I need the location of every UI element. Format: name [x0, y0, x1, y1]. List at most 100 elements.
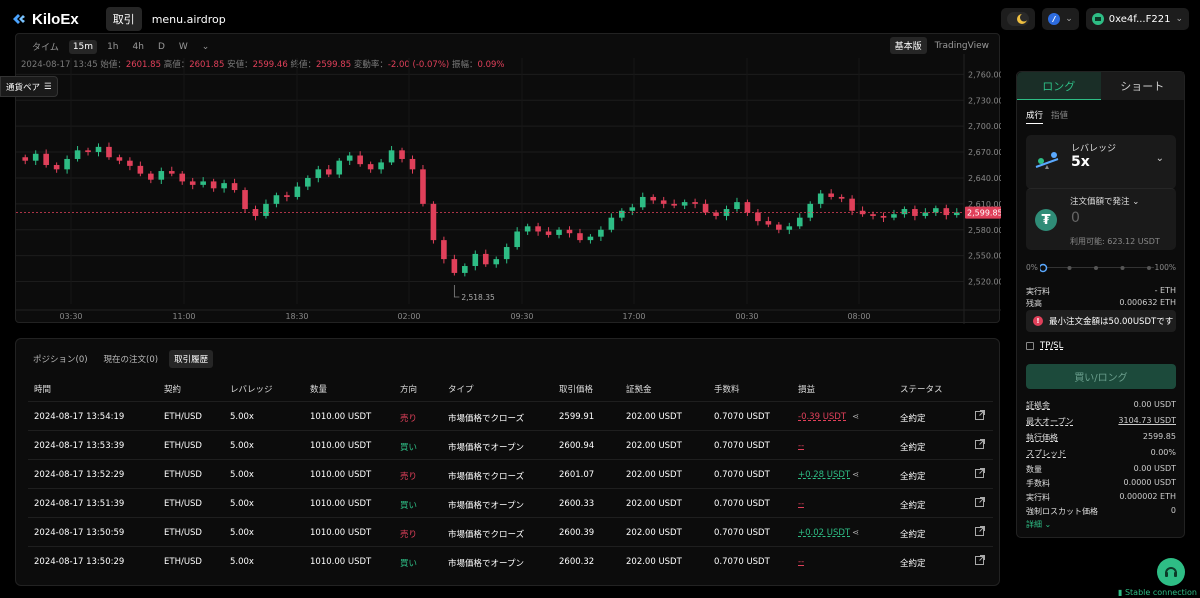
y-tick-label: 2,730.00 — [968, 96, 1001, 105]
cell-leverage: 5.00x — [230, 499, 254, 509]
tab-trade-history[interactable]: 取引履歴 — [169, 350, 214, 368]
external-link-icon[interactable] — [975, 468, 985, 478]
share-icon[interactable]: ⋖ — [852, 412, 859, 422]
table-row[interactable]: 2024-08-17 13:52:29 ETH/USD 5.00x 1010.00 U… — [28, 459, 993, 488]
candle-body — [53, 165, 60, 170]
slider-thumb[interactable] — [1040, 263, 1048, 273]
cell-margin: 202.00 USDT — [626, 441, 682, 451]
slider-step[interactable] — [1120, 266, 1125, 270]
cell-contract: ETH/USD — [164, 412, 202, 422]
details-link[interactable]: 詳細 ⌄ — [1026, 519, 1051, 530]
external-link-icon[interactable] — [975, 439, 985, 449]
y-tick-label: 2,700.00 — [968, 122, 1001, 131]
tab-limit[interactable]: 指値 — [1051, 109, 1068, 124]
price-chart[interactable]: 2,760.00 2,730.00 2,700.00 2,670.00 2,640.00… — [16, 34, 1001, 324]
col-time: 時間 — [34, 385, 52, 395]
cell-side: 買い — [400, 559, 418, 569]
candle-body — [430, 203, 437, 241]
wallet-button[interactable]: 0xe4f...F221 ⌄ — [1085, 8, 1189, 30]
candle-body — [933, 208, 939, 213]
cell-margin: 202.00 USDT — [626, 499, 682, 509]
share-icon[interactable]: ⋖ — [852, 528, 859, 538]
cell-pnl: -0.39 USDT — [798, 412, 847, 422]
candle-body — [284, 195, 290, 197]
external-link-icon[interactable] — [975, 555, 985, 565]
candle-body — [535, 226, 541, 232]
table-row[interactable]: 2024-08-17 13:53:39 ETH/USD 5.00x 1010.00 U… — [28, 430, 993, 459]
exec-price-row: 執行価格 2599.85 — [1026, 432, 1176, 443]
chevron-down-icon: ⌄ — [1155, 153, 1164, 164]
cell-type: 市場価格でオープン — [448, 501, 524, 511]
table-row[interactable]: 2024-08-17 13:54:19 ETH/USD 5.00x 1010.00 U… — [28, 401, 993, 430]
theme-toggle[interactable] — [1001, 8, 1036, 30]
candle-body — [472, 253, 479, 267]
available-balance: 利用可能: 623.12 USDT — [1070, 237, 1160, 246]
margin-label: 証拠金 — [1026, 401, 1050, 410]
buy-long-button[interactable]: 買い/ロング — [1026, 364, 1176, 389]
candle-body — [765, 221, 772, 225]
cell-qty: 1010.00 USDT — [310, 499, 372, 509]
tab-long[interactable]: ロング — [1017, 72, 1101, 100]
external-link-icon[interactable] — [975, 497, 985, 507]
cell-type: 市場価格でオープン — [448, 559, 524, 569]
tab-market[interactable]: 成行 — [1026, 109, 1044, 124]
tab-positions[interactable]: ポジション(0) — [28, 350, 93, 368]
slider-step[interactable] — [1147, 266, 1151, 270]
external-link-icon[interactable] — [975, 526, 985, 536]
nav-airdrop[interactable]: menu.airdrop — [152, 13, 226, 26]
table-row[interactable]: 2024-08-17 13:50:29 ETH/USD 5.00x 1010.00 U… — [28, 546, 993, 575]
network-selector[interactable]: ⌄ — [1042, 8, 1079, 30]
cell-contract: ETH/USD — [164, 528, 202, 538]
candle-body — [388, 150, 395, 163]
table-row[interactable]: 2024-08-17 13:50:59 ETH/USD 5.00x 1010.00 U… — [28, 517, 993, 546]
cell-status: 全約定 — [900, 472, 926, 482]
x-tick-label: 02:00 — [397, 312, 420, 321]
cell-contract: ETH/USD — [164, 470, 202, 480]
cell-time: 2024-08-17 13:53:39 — [34, 441, 125, 451]
candle-body — [242, 190, 248, 210]
spread-value: 0.00% — [1150, 448, 1176, 457]
balance-row: 残高 0.000632 ETH — [1026, 298, 1176, 309]
candle-body — [891, 214, 897, 218]
tpsl-label: TP/SL — [1040, 341, 1064, 351]
balance-value: 0.000632 ETH — [1119, 298, 1176, 307]
cell-fee: 0.7070 USDT — [714, 412, 770, 422]
slider-step[interactable] — [1067, 266, 1072, 270]
candle-body — [32, 153, 39, 161]
cell-price: 2599.91 — [559, 412, 595, 422]
tpsl-toggle[interactable]: TP/SL — [1026, 341, 1063, 351]
tpsl-checkbox[interactable] — [1026, 342, 1034, 350]
candle-body — [22, 157, 29, 161]
nav-trade[interactable]: 取引 — [105, 7, 142, 31]
slider-max: 100% — [1154, 263, 1176, 272]
candle-body — [127, 160, 133, 166]
candle-body — [273, 195, 280, 204]
candle-body — [598, 229, 604, 237]
max-open-value: 3104.73 USDT — [1118, 416, 1176, 425]
pair-selector-button[interactable]: 通貨ペア ☰ — [0, 76, 58, 97]
cell-time: 2024-08-17 13:54:19 — [34, 412, 125, 422]
candle-body — [692, 202, 698, 204]
cell-status: 全約定 — [900, 443, 926, 453]
col-contract: 契約 — [164, 385, 182, 395]
slider-step[interactable] — [1094, 266, 1098, 270]
logo[interactable]: KiloEx — [11, 11, 79, 28]
cell-status: 全約定 — [900, 414, 926, 424]
candle-body — [817, 193, 824, 204]
support-button[interactable] — [1157, 558, 1185, 586]
amount-mode-label[interactable]: 注文価額で発注 ⌄ — [1070, 195, 1139, 207]
table-row[interactable]: 2024-08-17 13:51:39 ETH/USD 5.00x 1010.00 U… — [28, 488, 993, 517]
leverage-selector[interactable]: レバレッジ 5x ⌄ — [1026, 135, 1176, 189]
tab-short[interactable]: ショート — [1100, 72, 1184, 100]
tab-open-orders[interactable]: 現在の注文(0) — [99, 350, 164, 368]
share-icon[interactable]: ⋖ — [852, 470, 859, 480]
amount-input-box[interactable]: ₮ 注文価額で発注 ⌄ 0 利用可能: 623.12 USDT — [1026, 188, 1176, 250]
external-link-icon[interactable] — [975, 410, 985, 420]
amount-slider[interactable]: 0% 100% — [1026, 262, 1176, 274]
candle-body — [660, 200, 667, 204]
candle-body — [367, 164, 374, 170]
amount-input[interactable]: 0 — [1071, 210, 1080, 226]
liq-label: 強制ロスカット価格 — [1026, 507, 1098, 516]
candle-body — [74, 150, 81, 159]
warning-text: 最小注文金額は50.00USDTです — [1049, 317, 1174, 327]
